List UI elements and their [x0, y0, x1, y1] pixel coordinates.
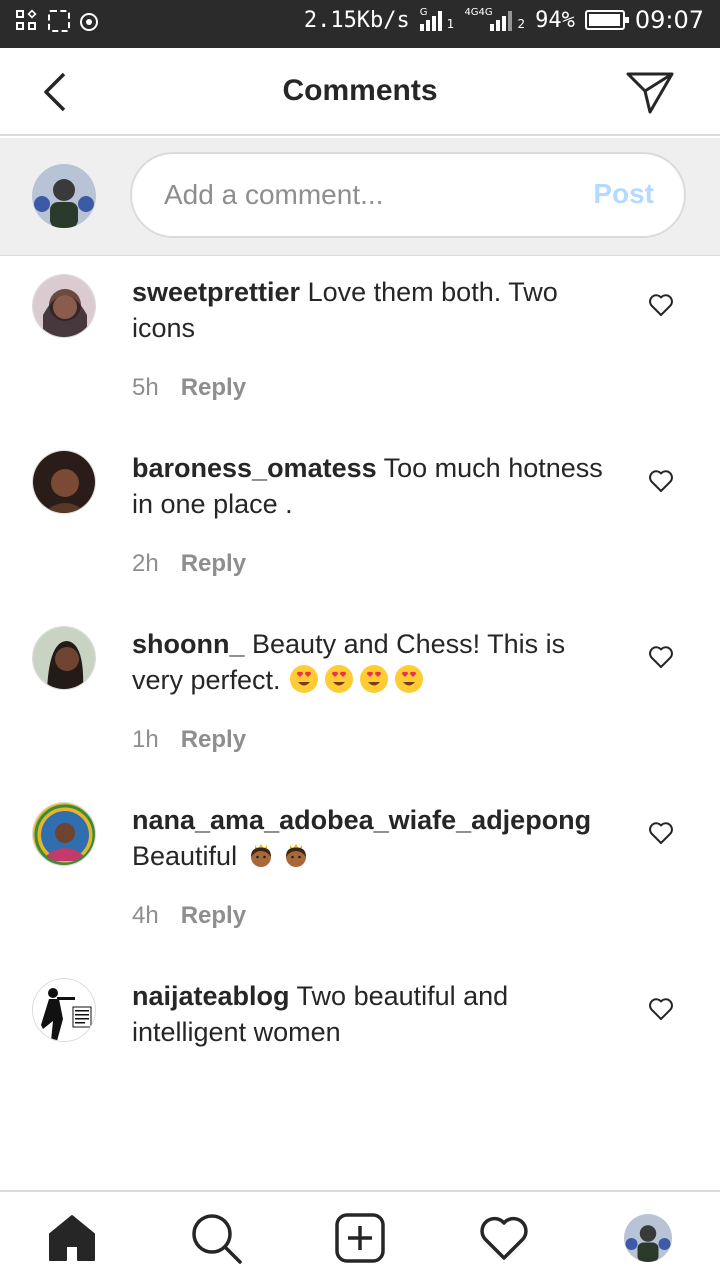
sim1-signal-icon: G 1	[419, 7, 455, 31]
reply-button[interactable]: Reply	[181, 550, 246, 578]
comment-text: baroness_omatess Too much hotness in one…	[132, 450, 622, 522]
header: Comments	[0, 48, 720, 136]
nav-activity-button[interactable]	[478, 1212, 530, 1264]
avatar[interactable]	[32, 450, 96, 514]
paper-plane-icon	[626, 72, 674, 114]
comment-text: shoonn_ Beauty and Chess! This is very p…	[132, 626, 622, 698]
battery-percent: 94%	[535, 7, 575, 33]
comment-meta: 1h Reply	[132, 726, 246, 754]
princess-emoji-icon	[250, 844, 271, 867]
my-avatar	[32, 164, 96, 228]
comment-item: sweetprettier Love them both. Two icons …	[0, 256, 720, 432]
nav-home-button[interactable]	[46, 1212, 98, 1264]
comment-message: Beautiful	[132, 841, 238, 871]
bottom-nav	[0, 1190, 720, 1280]
comment-username[interactable]: nana_ama_adobea_wiafe_adjepong	[132, 805, 591, 835]
comment-username[interactable]: naijateablog	[132, 981, 290, 1011]
comment-time: 1h	[132, 726, 159, 753]
reply-button[interactable]: Reply	[181, 726, 246, 754]
comment-input[interactable]	[164, 154, 564, 236]
comment-text: nana_ama_adobea_wiafe_adjepong Beautiful	[132, 802, 622, 874]
comment-item: nana_ama_adobea_wiafe_adjepong Beautiful…	[0, 784, 720, 960]
avatar[interactable]	[32, 978, 96, 1042]
status-bar: 2.15Kb/s G 1 4G4G 2 94% 09:07	[0, 0, 720, 48]
comment-text: sweetprettier Love them both. Two icons	[132, 274, 622, 346]
comment-text: naijateablog Two beautiful and intellige…	[132, 978, 622, 1050]
comment-list: sweetprettier Love them both. Two icons …	[0, 256, 720, 1136]
comment-item: shoonn_ Beauty and Chess! This is very p…	[0, 608, 720, 784]
battery-icon	[584, 10, 629, 30]
clock: 09:07	[634, 6, 704, 34]
heart-icon[interactable]	[648, 996, 674, 1022]
nav-new-post-button[interactable]	[334, 1212, 386, 1264]
nav-search-button[interactable]	[190, 1212, 242, 1264]
heart-eyes-emoji-group	[288, 665, 428, 695]
reply-button[interactable]: Reply	[181, 902, 246, 930]
comment-meta: 4h Reply	[132, 902, 246, 930]
heart-eyes-emoji-icon	[360, 665, 389, 693]
comment-field: Post	[130, 152, 686, 238]
heart-eyes-emoji-icon	[290, 665, 319, 693]
page-title: Comments	[282, 74, 438, 107]
avatar[interactable]	[32, 626, 96, 690]
comment-time: 5h	[132, 374, 159, 401]
direct-share-button[interactable]	[624, 68, 676, 116]
comment-time: 4h	[132, 902, 159, 929]
sim2-signal-icon: 4G4G 2	[464, 7, 526, 31]
reply-button[interactable]: Reply	[181, 374, 246, 402]
comment-time: 2h	[132, 550, 159, 577]
comment-composer: Post	[0, 138, 720, 256]
avatar[interactable]	[32, 274, 96, 338]
comment-meta: 5h Reply	[132, 374, 246, 402]
apps-grid-icon	[16, 9, 38, 32]
search-icon	[192, 1214, 242, 1264]
comment-item: naijateablog Two beautiful and intellige…	[0, 960, 720, 1136]
avatar[interactable]	[32, 802, 96, 866]
comment-item: baroness_omatess Too much hotness in one…	[0, 432, 720, 608]
heart-icon[interactable]	[648, 292, 674, 318]
add-post-icon	[335, 1213, 385, 1263]
nav-profile-avatar[interactable]	[624, 1214, 672, 1262]
screenshot-icon	[48, 10, 70, 32]
activity-heart-icon	[480, 1216, 528, 1260]
media-notification-icon	[80, 13, 98, 31]
heart-icon[interactable]	[648, 468, 674, 494]
heart-eyes-emoji-icon	[325, 665, 354, 693]
princess-emoji-icon	[285, 844, 306, 867]
home-icon	[49, 1215, 95, 1261]
heart-icon[interactable]	[648, 820, 674, 846]
network-speed: 2.15Kb/s	[303, 7, 410, 33]
comment-username[interactable]: baroness_omatess	[132, 453, 377, 483]
princess-emoji-group	[245, 841, 315, 871]
heart-icon[interactable]	[648, 644, 674, 670]
comment-username[interactable]: sweetprettier	[132, 277, 300, 307]
comment-username[interactable]: shoonn_	[132, 629, 245, 659]
comment-meta: 2h Reply	[132, 550, 246, 578]
post-button[interactable]: Post	[593, 178, 654, 210]
heart-eyes-emoji-icon	[395, 665, 424, 693]
